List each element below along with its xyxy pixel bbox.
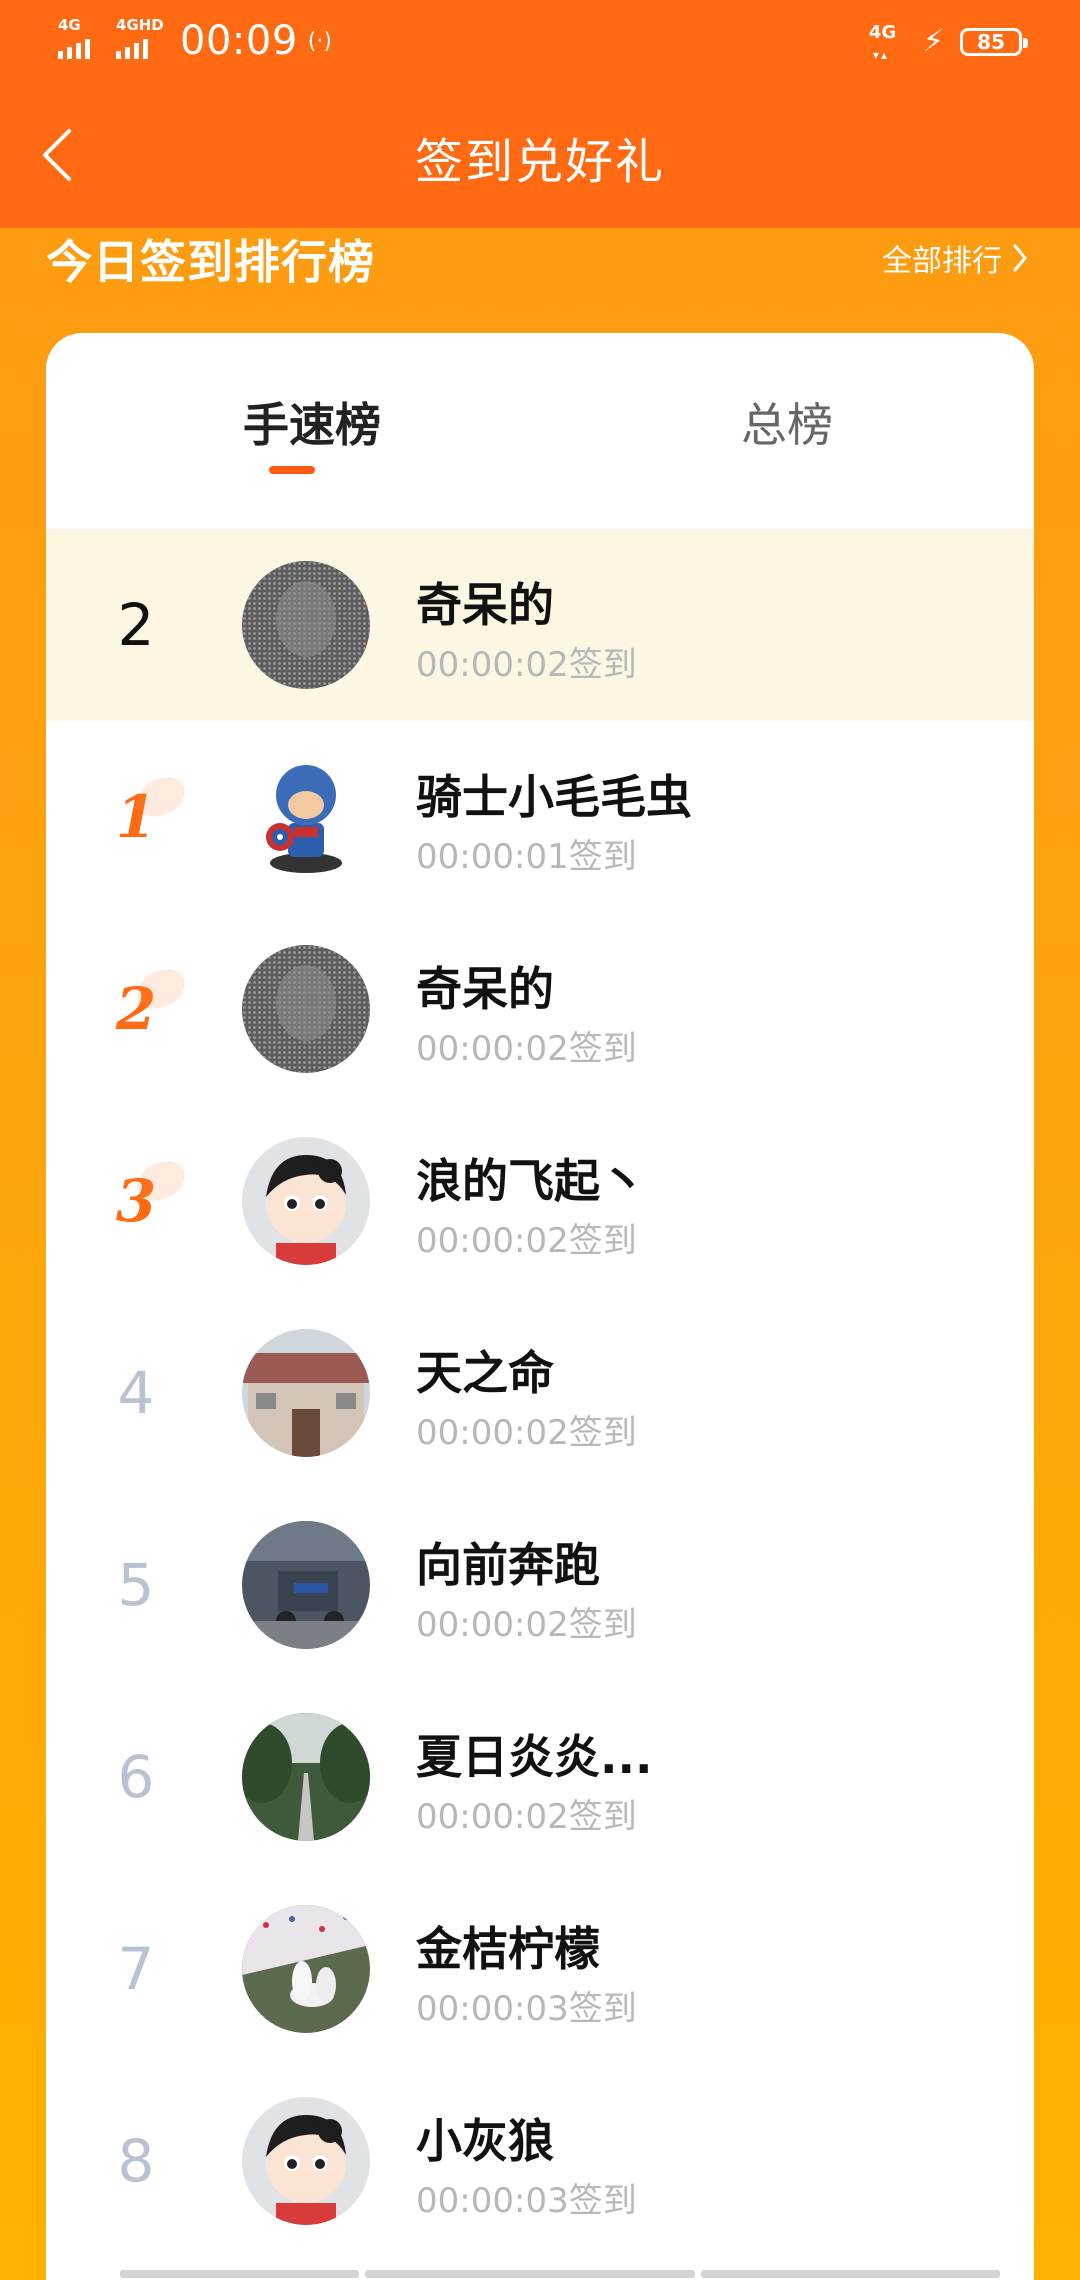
list-item[interactable]: 7 金桔柠檬 00:00:03签到 (46, 1873, 1034, 2065)
user-name: 奇呆的 (416, 578, 554, 632)
list-item[interactable]: 4 天之命 00:00:02签到 (46, 1297, 1034, 1489)
status-left: 4G 4GHD 00:09 (·) (58, 14, 332, 68)
navigation-bar: 签到兑好礼 (0, 82, 1080, 228)
hotspot-icon: (·) (307, 28, 332, 54)
checkin-time: 00:00:03签到 (416, 2181, 637, 2221)
list-item[interactable]: 5 向前奔跑 00:00:02签到 (46, 1489, 1034, 1681)
user-name: 小灰狼 (416, 2114, 554, 2168)
checkin-time: 00:00:02签到 (416, 1797, 637, 1837)
all-ranking-label: 全部排行 (882, 244, 1002, 279)
sim2-label: 4GHD (116, 16, 164, 34)
rank-number: 4 (117, 1359, 155, 1427)
user-name: 金桔柠檬 (416, 1922, 600, 1976)
rank-number: 3 (86, 1105, 192, 1297)
ranking-tabs: 手速榜 总榜 (46, 333, 1034, 529)
active-tab-indicator (269, 466, 315, 474)
mobile-data-icon: 4G ▾▴ (868, 22, 897, 62)
network-label: 4G (868, 22, 897, 43)
user-name: 天之命 (416, 1346, 554, 1400)
user-name: 夏日炎炎... (416, 1730, 653, 1784)
list-item[interactable]: 1 骑士小毛毛虫 00:00:01签到 (46, 721, 1034, 913)
clock: 00:09 (180, 18, 298, 64)
battery-icon: 85 (960, 28, 1028, 56)
status-right: 4G ▾▴ ⚡ 85 (867, 18, 1028, 66)
checkin-time: 00:00:02签到 (416, 1029, 637, 1069)
list-item[interactable]: 8 小灰狼 00:00:03签到 (46, 2065, 1034, 2257)
rank-number: 8 (117, 2127, 155, 2195)
user-name: 骑士小毛毛虫 (416, 770, 692, 824)
tab-total-ranking[interactable]: 总榜 (697, 389, 877, 455)
avatar (242, 1329, 370, 1457)
ranking-title: 今日签到排行榜 (46, 235, 375, 289)
rank-number: 5 (117, 1551, 155, 1619)
checkin-time: 00:00:02签到 (416, 1413, 637, 1453)
chevron-right-icon (1013, 244, 1027, 272)
charging-icon: ⚡ (922, 24, 944, 59)
avatar (242, 1713, 370, 1841)
ranking-card: 手速榜 总榜 2 奇呆的 00:00:02签到 1 骑士小毛毛虫 00:00:0… (46, 333, 1034, 2280)
checkin-time: 00:00:02签到 (416, 1605, 637, 1645)
avatar (242, 1137, 370, 1265)
list-item[interactable]: 3 浪的飞起丶 00:00:02签到 (46, 1105, 1034, 1297)
avatar (242, 1905, 370, 2033)
rank-number: 2 (86, 913, 192, 1105)
signal-sim2-icon: 4GHD (116, 16, 164, 63)
checkin-time: 00:00:01签到 (416, 837, 637, 877)
tab-speed-ranking[interactable]: 手速榜 (222, 389, 402, 455)
avatar (242, 753, 370, 881)
bottom-tab-strip (120, 2270, 1000, 2280)
checkin-time: 00:00:02签到 (416, 645, 637, 685)
rank-number: 1 (86, 721, 192, 913)
user-name: 浪的飞起丶 (416, 1154, 646, 1208)
user-name: 奇呆的 (416, 962, 554, 1016)
list-item[interactable]: 6 夏日炎炎... 00:00:02签到 (46, 1681, 1034, 1873)
checkin-time: 00:00:03签到 (416, 1989, 637, 2029)
page-title: 签到兑好礼 (414, 134, 665, 190)
status-bar: 4G 4GHD 00:09 (·) 4G ▾▴ ⚡ 85 (0, 0, 1080, 82)
all-ranking-link[interactable]: 全部排行 (882, 236, 1028, 280)
avatar (242, 2097, 370, 2225)
checkin-time: 00:00:02签到 (416, 1221, 637, 1261)
sim1-label: 4G (58, 16, 81, 34)
my-rank-row[interactable]: 2 奇呆的 00:00:02签到 (46, 529, 1034, 721)
rank-number: 6 (117, 1743, 155, 1811)
list-item[interactable]: 2 奇呆的 00:00:02签到 (46, 913, 1034, 1105)
rank-number: 2 (117, 591, 155, 659)
battery-level: 85 (977, 30, 1005, 54)
signal-sim1-icon: 4G (58, 16, 106, 63)
avatar (242, 561, 370, 689)
avatar (242, 1521, 370, 1649)
user-name: 向前奔跑 (416, 1538, 600, 1592)
avatar (242, 945, 370, 1073)
rank-number: 7 (117, 1935, 155, 2003)
